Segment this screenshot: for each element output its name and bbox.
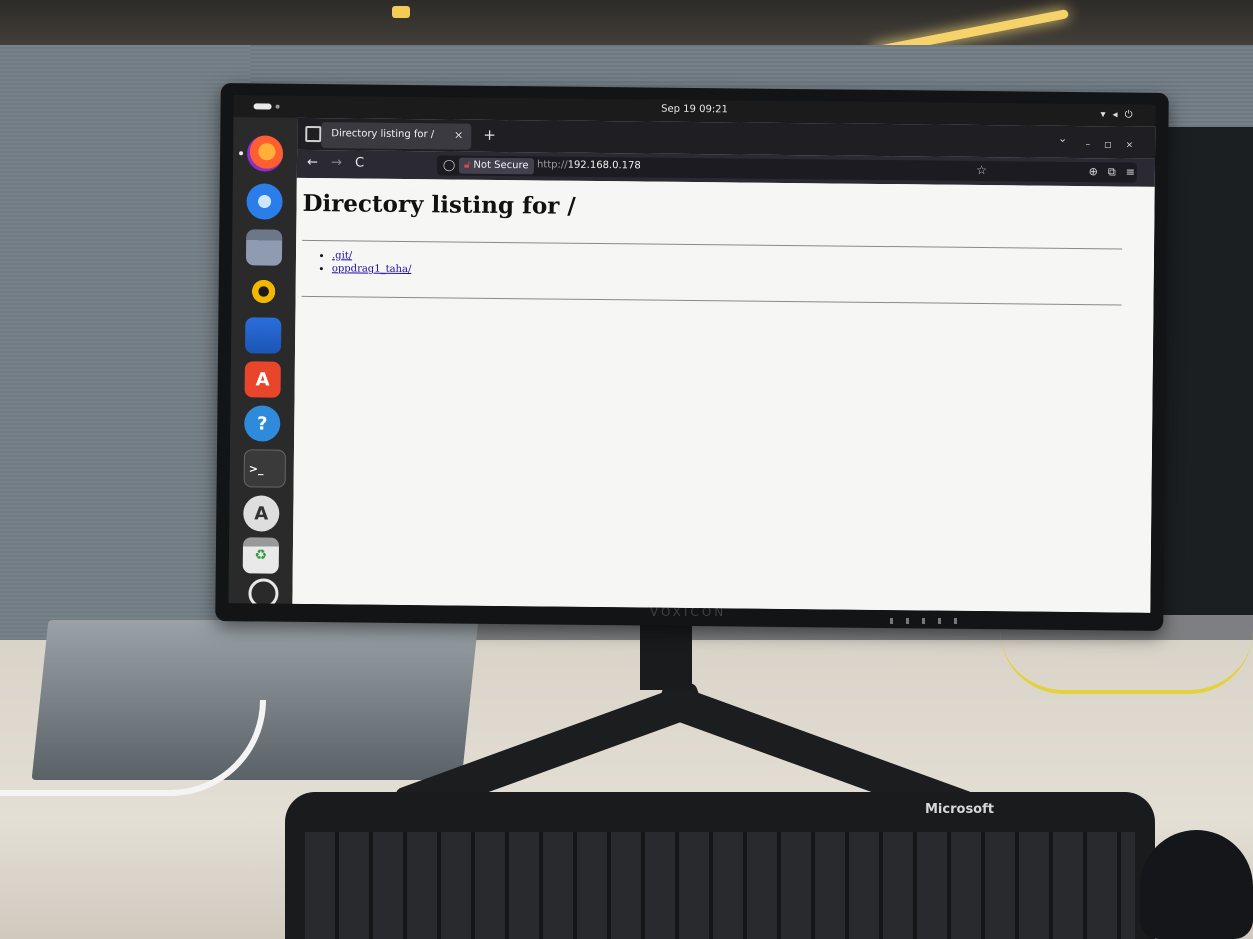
yellow-cable [1000, 630, 1253, 694]
directory-listing: .git/ oppdrag1_taha/ [316, 248, 412, 277]
wifi-icon: ▾ [1100, 109, 1113, 121]
toolbar-extensions[interactable]: ⊕⧉≡ [1089, 165, 1145, 180]
page-content: Directory listing for / .git/ oppdrag1_t… [292, 177, 1155, 613]
back-arrow-icon[interactable]: ← [307, 155, 318, 170]
account-icon[interactable]: ⊕ [1089, 165, 1108, 178]
reload-icon[interactable]: C [355, 155, 364, 170]
shield-icon[interactable]: ◯ [443, 158, 455, 171]
tab-directory-listing[interactable]: Directory listing for / × [321, 122, 472, 150]
minimize-icon[interactable]: – [1086, 140, 1105, 150]
window-controls[interactable]: –◻× [1086, 140, 1148, 151]
new-tab-button[interactable]: + [483, 126, 496, 144]
system-tray[interactable]: ▾◂⏻ [1100, 109, 1139, 120]
page-title: Directory listing for / [302, 189, 576, 220]
terminal-icon[interactable]: >_ [243, 449, 286, 488]
updater-icon[interactable]: A [243, 495, 280, 532]
mouse [1140, 830, 1253, 939]
close-window-icon[interactable]: × [1126, 141, 1148, 151]
desk-partition-left [0, 45, 250, 645]
close-icon[interactable]: × [454, 128, 463, 141]
dock: A ? >_ A ♻ [228, 117, 298, 609]
help-icon[interactable]: ? [244, 405, 281, 442]
entry-link-git[interactable]: .git/ [332, 250, 352, 261]
not-secure-badge[interactable]: 🔓︎ Not Secure [458, 157, 534, 175]
firefox-window: Directory listing for / × + ⌄ –◻× ← → C … [292, 117, 1156, 613]
app-center-icon[interactable]: A [244, 361, 281, 398]
files-icon[interactable] [245, 229, 283, 266]
maximize-icon[interactable]: ◻ [1104, 140, 1126, 150]
tab-title: Directory listing for / [331, 128, 435, 141]
divider-bottom [301, 295, 1122, 306]
url-text[interactable]: http://192.168.0.178 [537, 159, 641, 171]
entry-link-oppdrag1[interactable]: oppdrag1_taha/ [332, 263, 412, 275]
tab-list-icon[interactable] [305, 125, 322, 143]
volume-icon: ◂ [1112, 109, 1125, 121]
chevron-down-icon[interactable]: ⌄ [1058, 132, 1067, 145]
trash-icon[interactable]: ♻ [242, 537, 280, 574]
forward-arrow-icon[interactable]: → [331, 155, 342, 170]
divider-top [302, 239, 1123, 250]
list-item: .git/ [332, 250, 412, 262]
ceiling-light [392, 6, 410, 18]
firefox-icon[interactable] [246, 135, 284, 172]
power-icon: ⏻ [1124, 109, 1140, 121]
hamburger-menu-icon[interactable]: ≡ [1126, 166, 1145, 179]
keyboard-keys [305, 832, 1135, 939]
rhythmbox-icon[interactable] [245, 273, 282, 310]
keyboard-brand: Microsoft [925, 802, 994, 817]
lock-warning-icon: 🔓︎ [463, 159, 471, 171]
list-item: oppdrag1_taha/ [332, 263, 412, 275]
bookmark-star-icon[interactable]: ☆ [976, 163, 987, 177]
monitor-buttons [890, 618, 970, 624]
url-bar[interactable]: ◯ 🔓︎ Not Secure http://192.168.0.178 ☆ [436, 155, 1138, 183]
keyboard: Microsoft [285, 792, 1155, 939]
thunderbird-icon[interactable] [246, 183, 283, 220]
monitor-screen: Sep 19 09:21 ▾◂⏻ A ? >_ A ♻ Directory li… [228, 95, 1156, 613]
extensions-icon[interactable]: ⧉ [1108, 165, 1126, 178]
writer-icon[interactable] [244, 317, 282, 354]
